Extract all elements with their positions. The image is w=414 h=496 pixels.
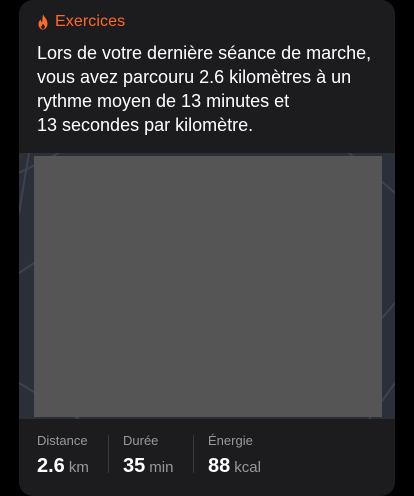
stat-label: Distance — [37, 433, 88, 448]
stat-value: 88 — [208, 455, 231, 477]
summary-line: Lors de votre dernière séance de marche, — [37, 43, 372, 63]
workout-summary-card[interactable]: Exercices Lors de votre dernière séance … — [19, 0, 395, 496]
summary-line: vous avez parcouru 2.6 kilomètres à un — [37, 67, 352, 87]
map-placeholder — [34, 156, 382, 417]
stats-row: Distance 2.6 km Durée 35 min Énergie 88 … — [37, 433, 308, 477]
stat-label: Énergie — [208, 433, 253, 448]
workout-summary-text: Lors de votre dernière séance de marche,… — [37, 41, 387, 137]
card-title: Exercices — [55, 13, 126, 30]
stat-duration: Durée 35 min — [123, 433, 208, 477]
card-header: Exercices — [37, 13, 125, 31]
stat-distance: Distance 2.6 km — [37, 433, 123, 477]
summary-line: 13 secondes par kilomètre. — [37, 115, 254, 135]
route-map[interactable] — [19, 153, 395, 419]
stat-divider — [108, 435, 109, 473]
flame-icon — [38, 14, 48, 30]
summary-line: rythme moyen de 13 minutes et — [37, 91, 290, 111]
stat-value: 35 — [123, 455, 146, 477]
stat-energy: Énergie 88 kcal — [208, 433, 308, 477]
stat-value: 2.6 — [37, 455, 65, 477]
stat-label: Durée — [123, 433, 159, 448]
stat-unit: min — [149, 459, 174, 476]
stat-unit: km — [68, 459, 89, 476]
stat-unit: kcal — [234, 459, 261, 476]
stat-divider — [193, 435, 194, 473]
